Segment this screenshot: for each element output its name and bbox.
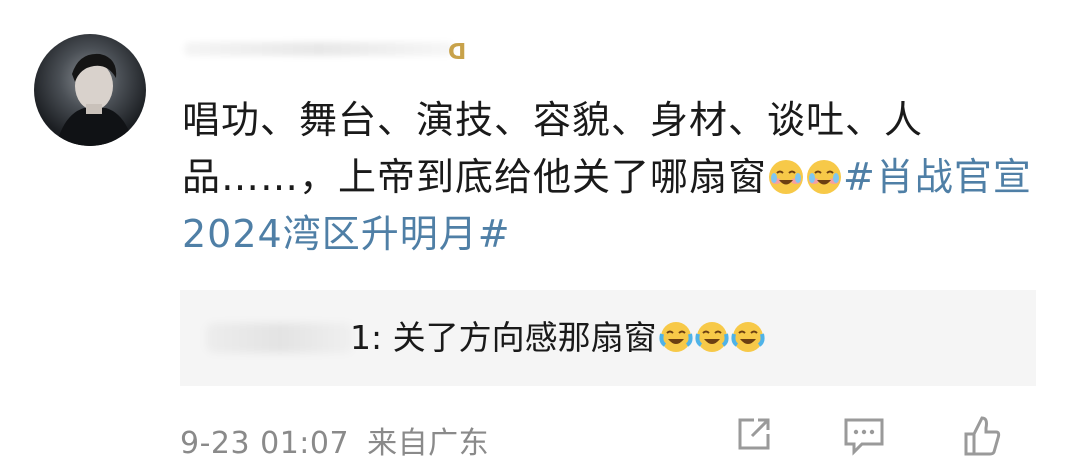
repost-box[interactable]: 1: 关了方向感那扇窗 bbox=[180, 290, 1036, 386]
repost-text: 1: 关了方向感那扇窗 bbox=[350, 316, 765, 360]
post-time: 9-23 01:07 bbox=[180, 426, 350, 461]
post-source: 来自广东 bbox=[367, 426, 490, 461]
share-icon[interactable] bbox=[734, 414, 774, 458]
crying-laughing-emoji-icon bbox=[659, 320, 693, 354]
comment-icon[interactable] bbox=[842, 414, 884, 458]
repost-suffix: 1: bbox=[350, 318, 383, 357]
member-badge-icon: ᗡ bbox=[448, 40, 467, 65]
crying-laughing-emoji-icon bbox=[731, 320, 765, 354]
username-redacted bbox=[184, 42, 454, 56]
post-text: 唱功、舞台、演技、容貌、身材、谈吐、人品……，上帝到底给他关了哪扇窗 #肖战官宣2… bbox=[182, 92, 1042, 263]
like-icon[interactable] bbox=[962, 414, 1002, 458]
laugh-cry-blush-emoji-icon bbox=[767, 155, 805, 194]
repost-body: 关了方向感那扇窗 bbox=[392, 318, 657, 357]
laugh-cry-blush-emoji-icon bbox=[805, 155, 843, 194]
post-meta: 9-23 01:07 来自广东 bbox=[180, 418, 489, 462]
username[interactable] bbox=[184, 34, 484, 72]
avatar[interactable] bbox=[34, 34, 146, 146]
crying-laughing-emoji-icon bbox=[695, 320, 729, 354]
repost-username-redacted bbox=[206, 323, 354, 353]
